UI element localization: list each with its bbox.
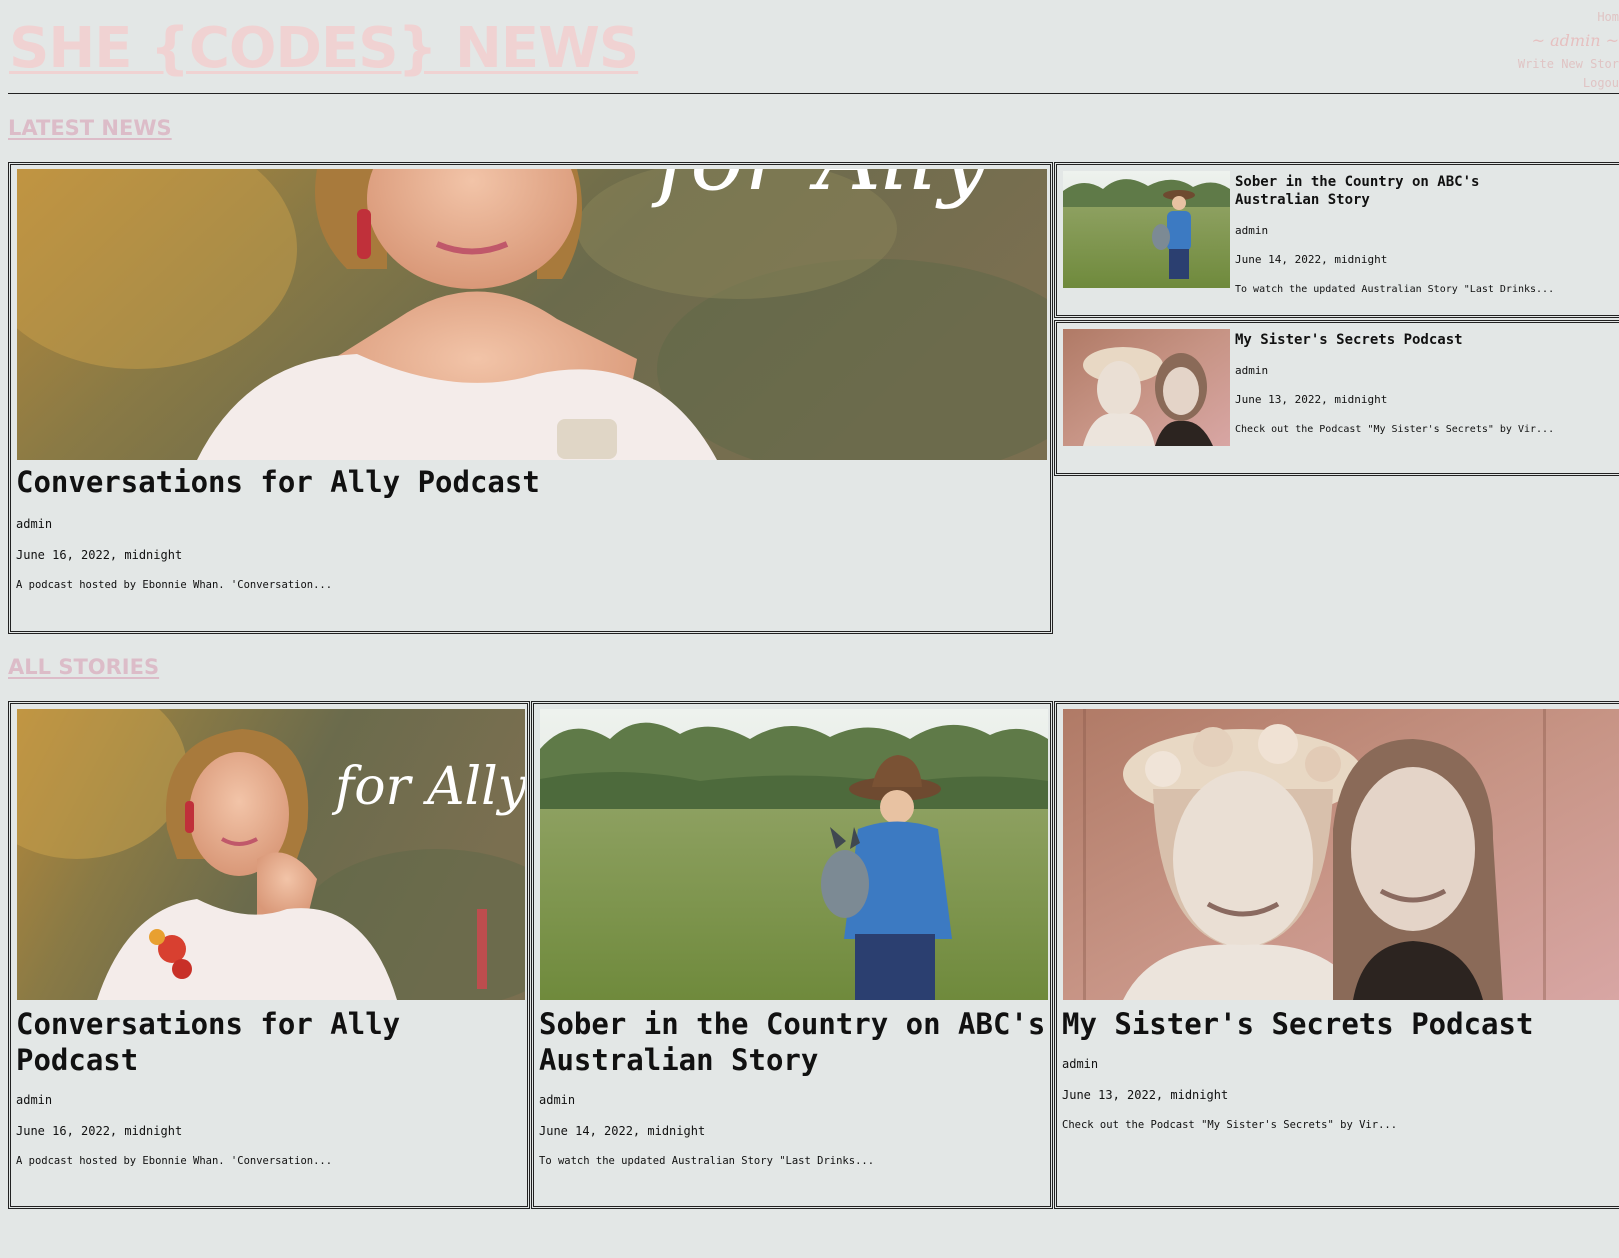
nav-home-link[interactable]: Hom — [1449, 8, 1619, 27]
featured-story-author: admin — [16, 517, 53, 531]
story-image[interactable] — [540, 709, 1048, 1000]
story-title[interactable]: Conversations for Ally Podcast — [16, 1006, 516, 1078]
story-author: admin — [16, 1093, 53, 1107]
latest-side-card[interactable]: Sober in the Country on ABC's Australian… — [1054, 162, 1619, 318]
story-image[interactable]: for Ally — [17, 709, 525, 1000]
latest-side-date: June 13, 2022, midnight — [1235, 393, 1388, 406]
site-title[interactable]: SHE {CODES} NEWS — [9, 16, 639, 81]
story-title[interactable]: Sober in the Country on ABC's Australian… — [539, 1006, 1049, 1078]
latest-side-card[interactable]: My Sister's Secrets Podcast admin June 1… — [1054, 320, 1619, 476]
story-excerpt: A podcast hosted by Ebonnie Whan. 'Conve… — [16, 1155, 333, 1167]
latest-side-title[interactable]: Sober in the Country on ABC's Australian… — [1235, 173, 1535, 209]
nav-logout-link[interactable]: Logou — [1449, 74, 1619, 93]
story-image-overlay-text: for Ally — [331, 757, 525, 817]
latest-side-image[interactable] — [1063, 171, 1230, 288]
nav-current-user: ~ admin ~ — [1531, 31, 1619, 50]
story-date: June 14, 2022, midnight — [539, 1124, 706, 1138]
story-author: admin — [539, 1093, 576, 1107]
latest-side-image[interactable] — [1063, 329, 1230, 446]
story-date: June 13, 2022, midnight — [1062, 1088, 1229, 1102]
latest-side-excerpt: To watch the updated Australian Story "L… — [1235, 284, 1555, 295]
latest-side-excerpt: Check out the Podcast "My Sister's Secre… — [1235, 424, 1555, 435]
story-title[interactable]: My Sister's Secrets Podcast — [1062, 1006, 1619, 1042]
featured-story-title[interactable]: Conversations for Ally Podcast — [16, 465, 540, 499]
story-excerpt: Check out the Podcast "My Sister's Secre… — [1062, 1119, 1398, 1131]
story-excerpt: To watch the updated Australian Story "L… — [539, 1155, 875, 1167]
latest-news-heading[interactable]: LATEST NEWS — [8, 116, 172, 140]
featured-story-date: June 16, 2022, midnight — [16, 548, 183, 562]
story-card[interactable]: Sober in the Country on ABC's Australian… — [531, 701, 1053, 1209]
story-author: admin — [1062, 1057, 1099, 1071]
story-image[interactable] — [1063, 709, 1619, 1000]
featured-story-card[interactable]: for Ally Conversations for Ally Podcast … — [8, 162, 1053, 634]
all-stories-heading[interactable]: ALL STORIES — [8, 655, 159, 679]
story-card[interactable]: for Ally Conversations for Ally Podcast … — [8, 701, 530, 1209]
latest-side-title[interactable]: My Sister's Secrets Podcast — [1235, 331, 1535, 349]
featured-image-overlay-text: for Ally — [651, 169, 991, 211]
story-card[interactable]: My Sister's Secrets Podcast admin June 1… — [1054, 701, 1619, 1209]
latest-side-date: June 14, 2022, midnight — [1235, 253, 1388, 266]
featured-story-image[interactable]: for Ally — [17, 169, 1047, 460]
nav-write-story-link[interactable]: Write New Stor — [1449, 55, 1619, 74]
latest-side-author: admin — [1235, 364, 1269, 377]
story-date: June 16, 2022, midnight — [16, 1124, 183, 1138]
featured-story-excerpt: A podcast hosted by Ebonnie Whan. 'Conve… — [16, 579, 333, 591]
latest-side-author: admin — [1235, 224, 1269, 237]
header-divider — [8, 93, 1619, 94]
top-nav: Hom ~ admin ~ Write New Stor Logou — [1449, 8, 1619, 93]
